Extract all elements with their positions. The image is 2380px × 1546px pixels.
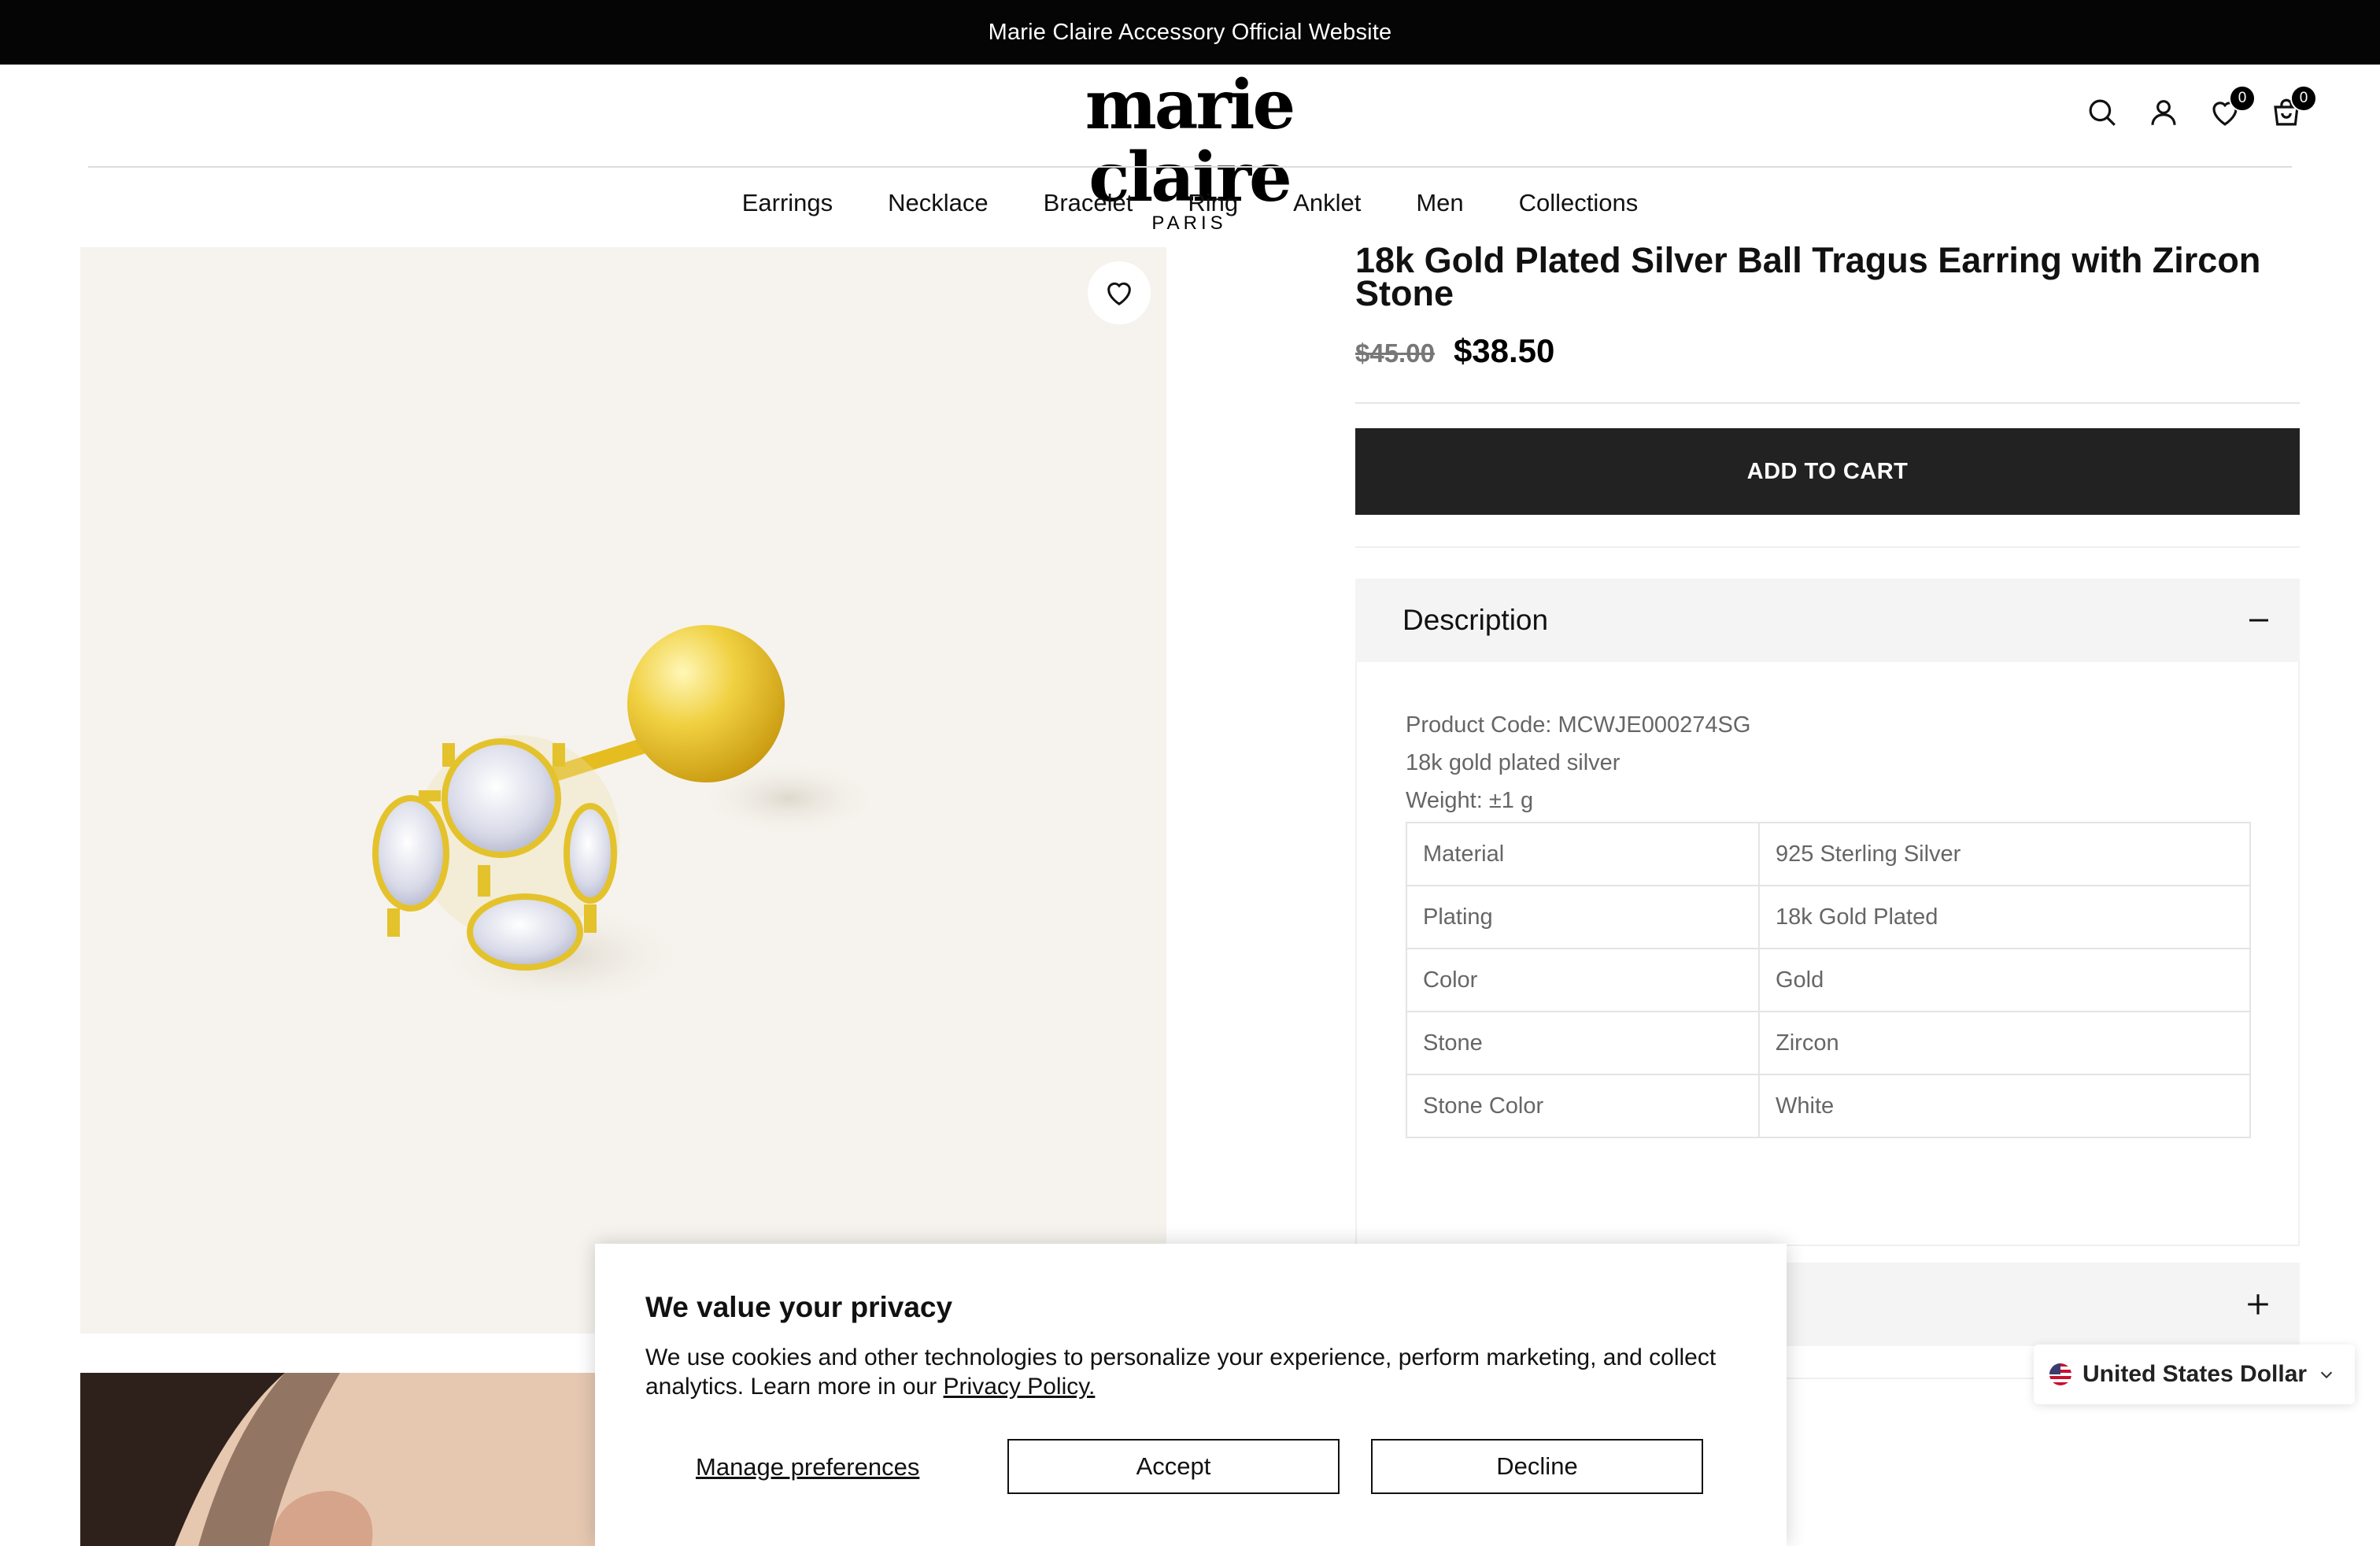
wishlist-icon[interactable]: 0 (2207, 85, 2256, 131)
nav-item-collections[interactable]: Collections (1519, 189, 1639, 217)
currency-label: United States Dollar (2082, 1361, 2308, 1387)
nav-item-necklace[interactable]: Necklace (888, 189, 989, 217)
spec-key: Stone (1406, 1011, 1760, 1075)
heart-icon (1107, 282, 1131, 305)
product-model-image[interactable] (80, 1373, 631, 1546)
decline-button[interactable]: Decline (1371, 1439, 1703, 1494)
search-icon[interactable] (2084, 94, 2120, 131)
material-line: 18k gold plated silver (1406, 750, 1621, 775)
site-header: marie claire PARIS 0 0 (0, 65, 2380, 234)
model-ear-illustration (80, 1373, 631, 1546)
currency-selector[interactable]: United States Dollar (2034, 1344, 2355, 1404)
privacy-policy-link[interactable]: Privacy Policy. (944, 1374, 1096, 1400)
spec-key: Color (1406, 948, 1760, 1012)
nav-item-bracelet[interactable]: Bracelet (1044, 189, 1133, 217)
nav-item-ring[interactable]: Ring (1188, 189, 1238, 217)
table-row: Stone Color White (1406, 1074, 2251, 1138)
product-info: 18k Gold Plated Silver Ball Tragus Earri… (1355, 241, 2300, 370)
table-row: Plating 18k Gold Plated (1406, 885, 2251, 949)
spec-key: Plating (1406, 885, 1760, 949)
header-icons: 0 0 (2084, 85, 2317, 131)
table-row: Color Gold (1406, 948, 2251, 1012)
announcement-bar: Marie Claire Accessory Official Website (0, 0, 2380, 65)
wishlist-count-badge: 0 (2229, 85, 2256, 112)
spec-value: 925 Sterling Silver (1758, 822, 2251, 886)
us-flag-icon (2049, 1363, 2071, 1385)
main-nav: Earrings Necklace Bracelet Ring Anklet M… (0, 189, 2380, 217)
earring-illustration (372, 625, 883, 1011)
nav-item-men[interactable]: Men (1416, 189, 1463, 217)
price-block: $45.00 $38.50 (1355, 332, 2300, 370)
image-wishlist-button[interactable] (1088, 261, 1151, 324)
spec-value: White (1758, 1074, 2251, 1138)
price-divider (1355, 402, 2300, 404)
product-main-image[interactable] (80, 247, 1166, 1333)
plus-icon (2248, 1294, 2268, 1315)
original-price: $45.00 (1355, 338, 1435, 368)
manage-preferences-link[interactable]: Manage preferences (696, 1453, 919, 1481)
cookie-title: We value your privacy (645, 1291, 953, 1323)
accept-button[interactable]: Accept (1007, 1439, 1340, 1494)
table-row: Stone Zircon (1406, 1011, 2251, 1075)
description-heading: Description (1402, 604, 1549, 636)
weight-line: Weight: ±1 g (1406, 788, 1534, 813)
cart-icon[interactable]: 0 (2268, 85, 2317, 131)
product-code: Product Code: MCWJE000274SG (1406, 712, 1751, 738)
nav-item-anklet[interactable]: Anklet (1293, 189, 1361, 217)
announcement-text: Marie Claire Accessory Official Website (988, 19, 1392, 45)
cart-divider (1355, 546, 2300, 548)
cookie-text: We use cookies and other technologies to… (645, 1343, 1747, 1401)
cookie-body: We use cookies and other technologies to… (645, 1344, 1717, 1400)
minus-icon (2249, 619, 2268, 622)
spec-value: Gold (1758, 948, 2251, 1012)
header-divider (88, 166, 2292, 168)
cart-count-badge: 0 (2290, 85, 2317, 112)
description-text: Product Code: MCWJE000274SG 18k gold pla… (1406, 706, 1750, 819)
account-icon[interactable] (2145, 94, 2182, 131)
spec-value: Zircon (1758, 1011, 2251, 1075)
description-panel: Product Code: MCWJE000274SG 18k gold pla… (1355, 662, 2300, 1246)
add-to-cart-button[interactable]: ADD TO CART (1355, 428, 2300, 515)
spec-key: Material (1406, 822, 1760, 886)
sale-price: $38.50 (1453, 332, 1555, 369)
spec-table: Material 925 Sterling Silver Plating 18k… (1406, 822, 2251, 1138)
spec-value: 18k Gold Plated (1758, 885, 2251, 949)
spec-key: Stone Color (1406, 1074, 1760, 1138)
nav-item-earrings[interactable]: Earrings (742, 189, 833, 217)
description-accordion-header[interactable]: Description (1355, 579, 2300, 662)
chevron-down-icon (2320, 1371, 2333, 1379)
product-title: 18k Gold Plated Silver Ball Tragus Earri… (1355, 240, 2261, 313)
cookie-consent-banner: We value your privacy We use cookies and… (595, 1244, 1787, 1546)
table-row: Material 925 Sterling Silver (1406, 822, 2251, 886)
